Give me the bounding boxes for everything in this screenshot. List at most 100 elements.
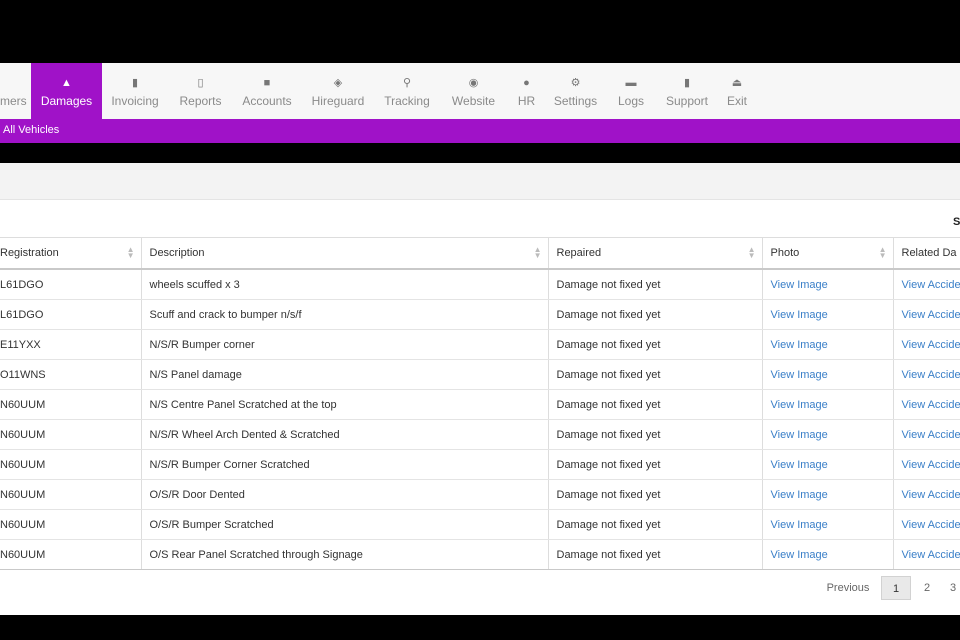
nav-item-label: Accounts — [242, 94, 292, 108]
page-1-button[interactable]: 1 — [881, 576, 911, 600]
table-row: E11YXX N/S/R Bumper corner Damage not fixe… — [0, 329, 960, 360]
column-header-registration[interactable]: Registration ▲ ▼ — [0, 237, 142, 270]
registration-cell: N60UUM — [0, 449, 142, 480]
description-cell: N/S/R Bumper corner — [141, 329, 549, 360]
related-cell: View Accide — [893, 329, 960, 360]
view-accident-link[interactable]: View Accide — [902, 279, 960, 291]
related-cell: View Accide — [893, 359, 960, 390]
pagination: Previous 1 2 3 — [810, 576, 960, 600]
nav-item-label: Logs — [617, 94, 645, 108]
column-header-description[interactable]: Description ▲ ▼ — [141, 237, 549, 270]
view-accident-link[interactable]: View Accide — [902, 369, 960, 381]
photo-cell: View Image — [762, 449, 894, 480]
view-image-link[interactable]: View Image — [771, 279, 828, 291]
nav-item-accounts[interactable]: ■ Accounts — [233, 63, 301, 119]
view-image-link[interactable]: View Image — [771, 399, 828, 411]
nav-item-tracking[interactable]: ⚲ Tracking — [375, 63, 439, 119]
sort-icon: ▲ ▼ — [878, 245, 887, 260]
view-image-link[interactable]: View Image — [771, 519, 828, 531]
registration-cell: L61DGO — [0, 299, 142, 330]
view-image-link[interactable]: View Image — [771, 489, 828, 501]
related-cell: View Accide — [893, 479, 960, 510]
registration-cell: N60UUM — [0, 539, 142, 570]
page-2-button[interactable]: 2 — [914, 576, 940, 600]
nav-item-exit[interactable]: ⏏ Exit — [718, 63, 756, 119]
registration-cell: N60UUM — [0, 479, 142, 510]
view-accident-link[interactable]: View Accide — [902, 519, 960, 531]
photo-cell: View Image — [762, 479, 894, 510]
registration-cell: L61DGO — [0, 269, 142, 300]
description-cell: Scuff and crack to bumper n/s/f — [141, 299, 549, 330]
related-cell: View Accide — [893, 509, 960, 540]
sub-nav-bar: All Vehicles — [0, 119, 960, 143]
nav-item-label: Reports — [179, 94, 222, 108]
nav-item-hr[interactable]: ● HR — [508, 63, 545, 119]
column-header-repaired[interactable]: Repaired ▲ ▼ — [548, 237, 763, 270]
view-accident-link[interactable]: View Accide — [902, 489, 960, 501]
view-accident-link[interactable]: View Accide — [902, 309, 960, 321]
photo-cell: View Image — [762, 359, 894, 390]
view-accident-link[interactable]: View Accide — [902, 549, 960, 561]
gears-icon: ⚙ — [570, 77, 581, 89]
nav-item-reports[interactable]: ▯ Reports — [168, 63, 233, 119]
view-accident-link[interactable]: View Accide — [902, 459, 960, 471]
related-cell: View Accide — [893, 299, 960, 330]
sort-icon: ▲ ▼ — [747, 245, 756, 260]
tracking-icon: ⚲ — [402, 77, 412, 89]
table-header-row: Registration ▲ ▼ Description ▲ ▼ Repaired ▲ ▼ … — [0, 237, 960, 270]
nav-item-website[interactable]: ◉ Website — [439, 63, 508, 119]
table-row: L61DGO wheels scuffed x 3 Damage not fixed… — [0, 269, 960, 300]
description-cell: wheels scuffed x 3 — [141, 269, 549, 300]
book-icon: ▮ — [683, 77, 691, 89]
column-header-photo[interactable]: Photo ▲ ▼ — [762, 237, 894, 270]
table-row: N60UUM O/S Rear Panel Scratched through S… — [0, 539, 960, 570]
description-cell: O/S/R Bumper Scratched — [141, 509, 549, 540]
nav-item-label: Settings — [553, 94, 598, 108]
column-header-related[interactable]: Related Da — [893, 237, 960, 270]
photo-cell: View Image — [762, 269, 894, 300]
registration-cell: N60UUM — [0, 419, 142, 450]
top-nav: mers ▲ Damages ▮ Invoicing ▯ Reports ■ Accounts ◈… — [0, 63, 960, 120]
shield-icon: ◈ — [333, 77, 343, 89]
related-cell: View Accide — [893, 419, 960, 450]
related-cell: View Accide — [893, 449, 960, 480]
registration-cell: N60UUM — [0, 389, 142, 420]
repaired-cell: Damage not fixed yet — [548, 359, 763, 390]
view-image-link[interactable]: View Image — [771, 429, 828, 441]
nav-item-logs[interactable]: ▬ Logs — [606, 63, 656, 119]
view-image-link[interactable]: View Image — [771, 309, 828, 321]
photo-cell: View Image — [762, 419, 894, 450]
previous-button[interactable]: Previous — [818, 576, 878, 600]
nav-item-damages[interactable]: ▲ Damages — [31, 63, 102, 119]
filter-bar — [0, 163, 960, 200]
view-image-link[interactable]: View Image — [771, 339, 828, 351]
nav-item-label: Hireguard — [311, 94, 365, 108]
related-cell: View Accide — [893, 389, 960, 420]
nav-item-label: Website — [451, 94, 496, 108]
view-image-link[interactable]: View Image — [771, 549, 828, 561]
nav-item-label: mers — [0, 94, 27, 108]
damages-table: Registration ▲ ▼ Description ▲ ▼ Repaired ▲ ▼ … — [0, 237, 960, 570]
view-image-link[interactable]: View Image — [771, 369, 828, 381]
description-cell: N/S Panel damage — [141, 359, 549, 390]
view-accident-link[interactable]: View Accide — [902, 429, 960, 441]
all-vehicles-link[interactable]: All Vehicles — [3, 124, 59, 136]
view-accident-link[interactable]: View Accide — [902, 399, 960, 411]
nav-item-label: Invoicing — [111, 94, 159, 108]
repaired-cell: Damage not fixed yet — [548, 509, 763, 540]
nav-item-hireguard[interactable]: ◈ Hireguard — [301, 63, 375, 119]
user-icon — [0, 76, 31, 90]
repaired-cell: Damage not fixed yet — [548, 269, 763, 300]
nav-item-mers[interactable]: mers — [0, 63, 31, 119]
nav-item-invoicing[interactable]: ▮ Invoicing — [102, 63, 168, 119]
nav-item-support[interactable]: ▮ Support — [656, 63, 718, 119]
app-window: mers ▲ Damages ▮ Invoicing ▯ Reports ■ Accounts ◈… — [0, 63, 960, 615]
nav-item-settings[interactable]: ⚙ Settings — [545, 63, 606, 119]
description-cell: O/S Rear Panel Scratched through Signage — [141, 539, 549, 570]
table-row: O11WNS N/S Panel damage Damage not fixed y… — [0, 359, 960, 390]
table-row: N60UUM O/S/R Bumper Scratched Damage not f… — [0, 509, 960, 540]
view-image-link[interactable]: View Image — [771, 459, 828, 471]
related-cell: View Accide — [893, 539, 960, 570]
page-3-button[interactable]: 3 — [946, 576, 960, 600]
view-accident-link[interactable]: View Accide — [902, 339, 960, 351]
